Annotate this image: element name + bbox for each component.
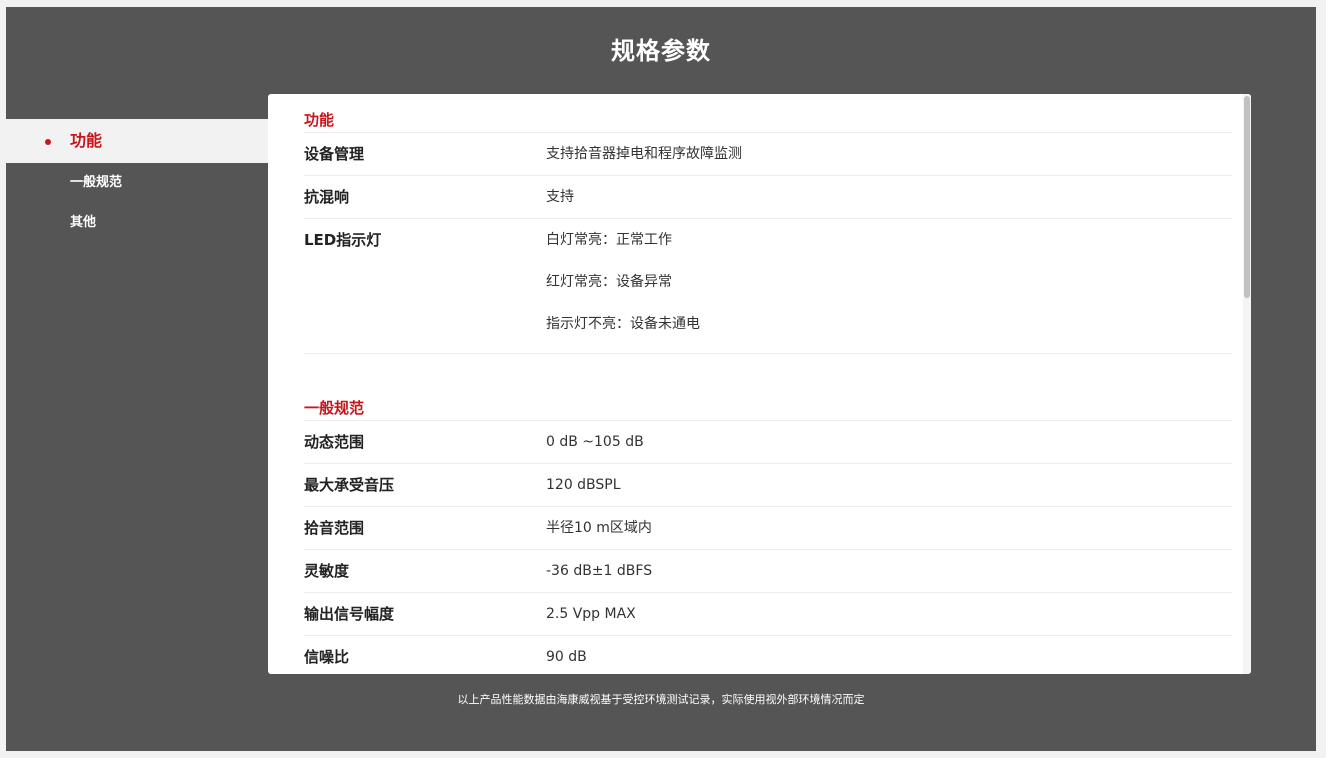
spec-values: 白灯常亮：正常工作 红灯常亮：设备异常 指示灯不亮：设备未通电: [546, 219, 1232, 345]
spec-row: LED指示灯 白灯常亮：正常工作 红灯常亮：设备异常 指示灯不亮：设备未通电: [304, 219, 1232, 354]
spec-value: 90 dB: [546, 649, 587, 665]
spec-key: 设备管理: [304, 145, 365, 163]
spec-value: 红灯常亮：设备异常: [546, 274, 672, 290]
spec-row: 信噪比 90 dB: [304, 636, 1232, 674]
spec-key: 拾音范围: [304, 519, 365, 537]
spec-key: 最大承受音压: [304, 476, 395, 494]
spec-value: 支持: [546, 189, 574, 205]
spec-value: -36 dB±1 dBFS: [546, 563, 653, 579]
spec-key: 抗混响: [304, 188, 350, 206]
spec-row: 拾音范围 半径10 m区域内: [304, 507, 1232, 550]
spec-key: 输出信号幅度: [304, 605, 395, 623]
scrollbar-thumb[interactable]: [1244, 96, 1250, 298]
spec-content: 功能 设备管理 支持拾音器掉电和程序故障监测 抗混响 支持 LED指示灯 白灯常…: [304, 108, 1232, 674]
spec-row: 抗混响 支持: [304, 176, 1232, 219]
spec-row: 动态范围 0 dB ~105 dB: [304, 421, 1232, 464]
spec-values: 90 dB: [546, 636, 1232, 674]
spec-values: 2.5 Vpp MAX: [546, 593, 1232, 635]
spec-value: 半径10 m区域内: [546, 520, 652, 536]
spec-page: 规格参数 功能 一般规范 其他 功能 设备管理 支持拾音器掉电和程序故障监测 抗…: [6, 7, 1316, 751]
spec-values: 支持: [546, 176, 1232, 218]
section-title-general-spec: 一般规范: [304, 396, 1232, 421]
sidebar-nav: 功能 一般规范 其他: [6, 119, 268, 243]
spec-key: 动态范围: [304, 433, 365, 451]
spec-value: 2.5 Vpp MAX: [546, 606, 636, 622]
sidebar-item-general-spec[interactable]: 一般规范: [6, 163, 268, 203]
panel-scrollbar[interactable]: [1243, 94, 1251, 674]
spec-row: 灵敏度 -36 dB±1 dBFS: [304, 550, 1232, 593]
sidebar-item-other[interactable]: 其他: [6, 203, 268, 243]
spec-value: 白灯常亮：正常工作: [546, 232, 672, 248]
spec-values: 半径10 m区域内: [546, 507, 1232, 549]
spec-key: LED指示灯: [304, 231, 382, 249]
spec-row: 最大承受音压 120 dBSPL: [304, 464, 1232, 507]
spec-panel: 功能 设备管理 支持拾音器掉电和程序故障监测 抗混响 支持 LED指示灯 白灯常…: [268, 94, 1251, 674]
footer-disclaimer: 以上产品性能数据由海康威视基于受控环境测试记录，实际使用视外部环境情况而定: [457, 693, 865, 706]
spec-key: 信噪比: [304, 648, 350, 666]
spec-row: 设备管理 支持拾音器掉电和程序故障监测: [304, 133, 1232, 176]
spec-values: 120 dBSPL: [546, 464, 1232, 506]
spec-values: 0 dB ~105 dB: [546, 421, 1232, 463]
spec-values: 支持拾音器掉电和程序故障监测: [546, 133, 1232, 175]
spec-value: 指示灯不亮：设备未通电: [546, 316, 700, 332]
spec-key: 灵敏度: [304, 562, 350, 580]
page-title: 规格参数: [611, 37, 711, 65]
spec-values: -36 dB±1 dBFS: [546, 550, 1232, 592]
spec-row: 输出信号幅度 2.5 Vpp MAX: [304, 593, 1232, 636]
spec-value: 支持拾音器掉电和程序故障监测: [546, 146, 742, 162]
section-title-function: 功能: [304, 108, 1232, 133]
spec-value: 0 dB ~105 dB: [546, 434, 644, 450]
sidebar-item-function[interactable]: 功能: [6, 119, 268, 163]
spec-value: 120 dBSPL: [546, 477, 621, 493]
